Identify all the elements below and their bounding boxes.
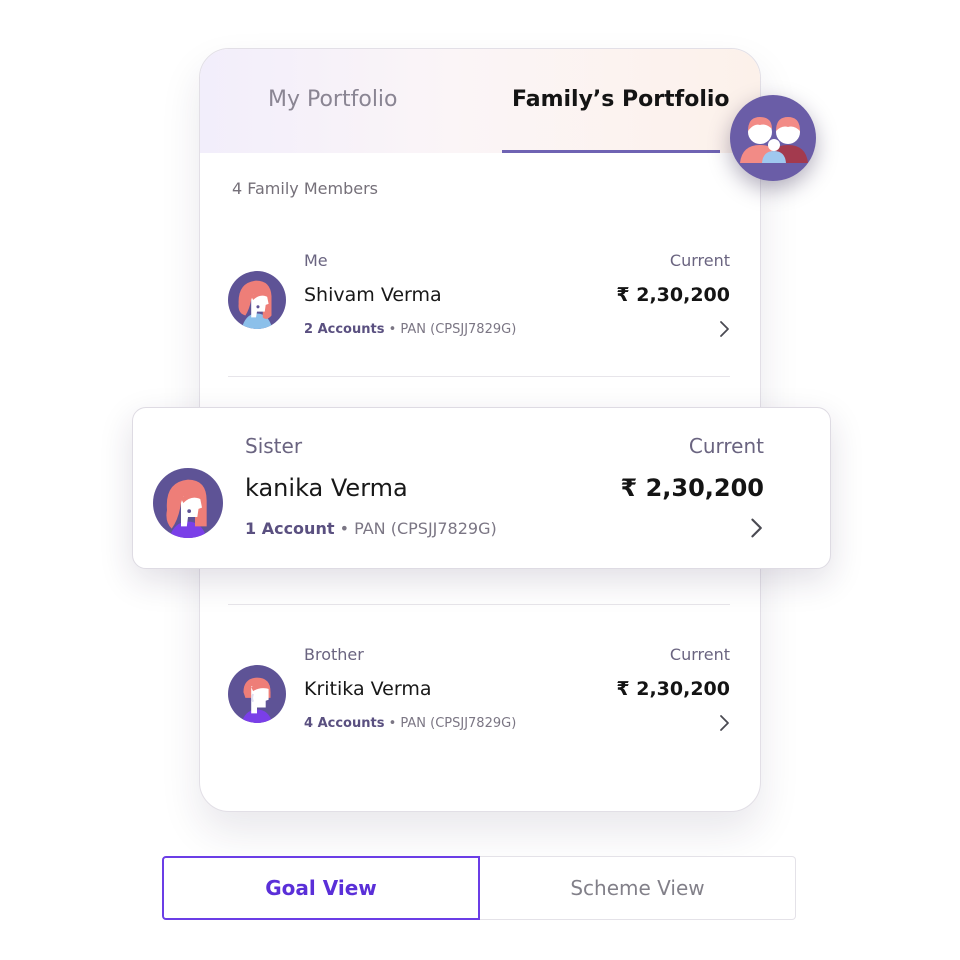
member-name: kanika Verma (245, 474, 408, 502)
accounts-count: 4 Accounts (304, 716, 385, 731)
active-tab-indicator (502, 150, 720, 153)
member-details: 4 Accounts • PAN (CPSJJ7829G) (304, 716, 516, 731)
member-details: 2 Accounts • PAN (CPSJJ7829G) (304, 322, 516, 337)
tab-family-portfolio[interactable]: Family’s Portfolio (512, 87, 730, 112)
member-row-me[interactable]: Me Current Shivam Verma ₹ 2,30,200 2 Acc… (200, 251, 760, 371)
member-name: Kritika Verma (304, 678, 432, 700)
row-divider (228, 604, 730, 605)
current-label: Current (669, 645, 730, 664)
member-row-sister[interactable]: Sister Current kanika Verma ₹ 2,30,200 1… (132, 407, 831, 569)
member-row-brother[interactable]: Brother Current Kritika Verma ₹ 2,30,200… (200, 645, 760, 765)
member-name: Shivam Verma (304, 284, 442, 306)
chevron-right-icon[interactable] (744, 516, 768, 540)
screen: My Portfolio Family’s Portfolio 4 Family… (0, 0, 960, 960)
accounts-count: 2 Accounts (304, 322, 385, 337)
view-toggle: Goal View Scheme View (162, 856, 796, 920)
pan-number: • PAN (CPSJJ7829G) (334, 519, 497, 538)
goal-view-button[interactable]: Goal View (162, 856, 480, 920)
row-divider (228, 376, 730, 377)
avatar-woman-icon (153, 468, 223, 538)
family-group-graphic (740, 117, 808, 163)
pan-number: • PAN (CPSJJ7829G) (384, 322, 517, 337)
chevron-right-icon[interactable] (714, 713, 734, 733)
family-group-icon (730, 95, 816, 181)
member-relation: Me (304, 251, 328, 270)
member-relation: Sister (245, 434, 303, 458)
current-amount: ₹ 2,30,200 (616, 678, 730, 700)
avatar-woman-icon (228, 271, 286, 329)
avatar-man-icon (228, 665, 286, 723)
scheme-view-button[interactable]: Scheme View (480, 856, 796, 920)
portfolio-tabs: My Portfolio Family’s Portfolio (200, 49, 760, 153)
pan-number: • PAN (CPSJJ7829G) (384, 716, 517, 731)
current-amount: ₹ 2,30,200 (616, 284, 730, 306)
current-label: Current (669, 251, 730, 270)
member-relation: Brother (304, 645, 364, 664)
current-amount: ₹ 2,30,200 (620, 474, 764, 502)
current-label: Current (688, 434, 764, 458)
accounts-count: 1 Account (245, 519, 335, 538)
member-details: 1 Account • PAN (CPSJJ7829G) (245, 519, 497, 538)
family-members-count: 4 Family Members (232, 179, 378, 198)
chevron-right-icon[interactable] (714, 319, 734, 339)
tab-my-portfolio[interactable]: My Portfolio (268, 87, 398, 112)
